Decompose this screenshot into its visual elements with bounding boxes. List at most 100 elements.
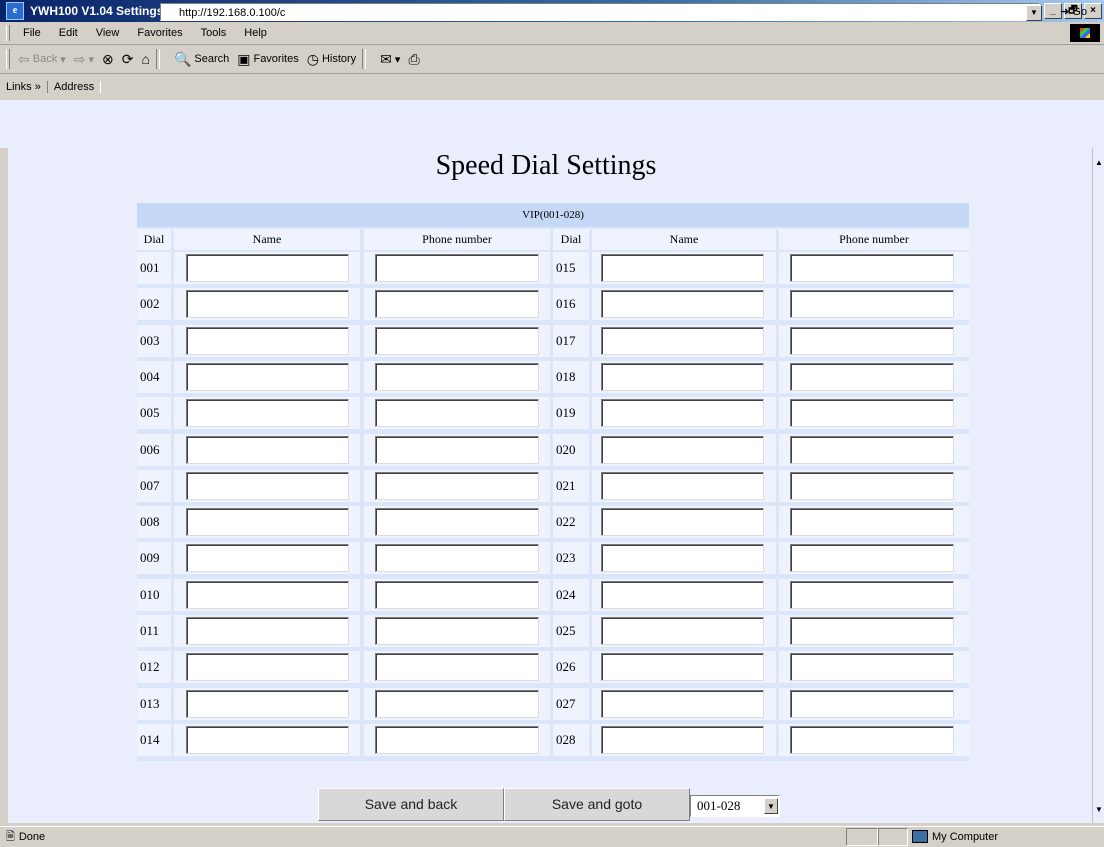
name-field[interactable] [601, 472, 764, 500]
page-icon: 🗎 [6, 830, 15, 843]
name-field[interactable] [601, 399, 764, 427]
refresh-button[interactable]: ⟳ [122, 51, 134, 68]
links-label[interactable]: Links » [0, 81, 47, 93]
col-header-name-right: Name [592, 229, 776, 250]
name-field[interactable] [601, 653, 764, 681]
computer-icon [912, 830, 928, 843]
name-field[interactable] [186, 363, 349, 391]
phone-number-field[interactable] [790, 436, 954, 464]
name-field[interactable] [601, 726, 764, 754]
name-field[interactable] [601, 690, 764, 718]
phone-number-field[interactable] [790, 327, 954, 355]
history-button[interactable]: ◷ History [307, 51, 356, 68]
back-button[interactable]: ⇦ Back ▾ [18, 51, 66, 68]
name-field[interactable] [601, 290, 764, 318]
address-input[interactable]: http://192.168.0.100/c [160, 3, 1040, 21]
menu-edit[interactable]: Edit [50, 27, 87, 39]
name-field[interactable] [186, 544, 349, 572]
favorites-button[interactable]: ▣ Favorites [237, 51, 298, 68]
name-field[interactable] [186, 690, 349, 718]
name-field[interactable] [186, 472, 349, 500]
menu-help[interactable]: Help [235, 27, 276, 39]
menu-favorites[interactable]: Favorites [128, 27, 191, 39]
phone-number-field[interactable] [375, 290, 539, 318]
phone-number-field[interactable] [790, 254, 954, 282]
name-field[interactable] [601, 508, 764, 536]
phone-number-field[interactable] [375, 327, 539, 355]
dial-number: 021 [556, 478, 576, 493]
name-field[interactable] [186, 617, 349, 645]
scroll-down-icon[interactable]: ▼ [1093, 803, 1104, 817]
phone-number-field[interactable] [790, 690, 954, 718]
name-field[interactable] [186, 436, 349, 464]
phone-number-field[interactable] [790, 399, 954, 427]
phone-number-field[interactable] [790, 544, 954, 572]
dial-number: 010 [140, 587, 160, 602]
save-and-goto-button[interactable]: Save and goto [504, 788, 690, 821]
address-label: Address [46, 81, 102, 93]
name-field[interactable] [601, 327, 764, 355]
address-dropdown-icon[interactable]: ▼ [1026, 5, 1042, 21]
phone-number-field[interactable] [790, 508, 954, 536]
name-field[interactable] [601, 617, 764, 645]
search-label: Search [194, 53, 230, 65]
phone-number-field[interactable] [375, 363, 539, 391]
mail-button[interactable]: ✉ ▾ [380, 51, 400, 68]
phone-number-field[interactable] [375, 399, 539, 427]
range-select-value: 001-028 [697, 798, 741, 813]
go-button[interactable]: ➜ Go [1060, 5, 1087, 18]
phone-number-field[interactable] [790, 726, 954, 754]
save-and-back-button[interactable]: Save and back [318, 788, 504, 821]
name-field[interactable] [601, 581, 764, 609]
dial-number: 027 [556, 696, 576, 711]
chevron-down-icon[interactable]: ▼ [764, 798, 778, 814]
name-field[interactable] [186, 653, 349, 681]
home-button[interactable]: ⌂ [141, 51, 149, 67]
phone-number-field[interactable] [375, 436, 539, 464]
range-select[interactable]: 001-028 ▼ [690, 795, 780, 817]
search-button[interactable]: 🔍 Search [174, 51, 229, 68]
name-field[interactable] [601, 254, 764, 282]
name-field[interactable] [186, 290, 349, 318]
phone-number-field[interactable] [790, 653, 954, 681]
phone-number-field[interactable] [375, 617, 539, 645]
phone-number-field[interactable] [375, 653, 539, 681]
menu-bar: File Edit View Favorites Tools Help [0, 22, 1104, 45]
menu-file[interactable]: File [14, 27, 50, 39]
name-field[interactable] [186, 327, 349, 355]
phone-number-field[interactable] [375, 508, 539, 536]
name-field[interactable] [186, 508, 349, 536]
phone-number-field[interactable] [790, 472, 954, 500]
phone-number-field[interactable] [375, 690, 539, 718]
forward-button[interactable]: ⇨ ▾ [74, 51, 94, 68]
ie-icon: e [6, 2, 24, 20]
phone-number-field[interactable] [375, 581, 539, 609]
name-field[interactable] [601, 436, 764, 464]
phone-number-field[interactable] [790, 363, 954, 391]
name-field[interactable] [186, 581, 349, 609]
menu-view[interactable]: View [87, 27, 129, 39]
phone-number-field[interactable] [375, 254, 539, 282]
phone-number-field[interactable] [790, 581, 954, 609]
phone-number-field[interactable] [375, 726, 539, 754]
phone-number-field[interactable] [375, 472, 539, 500]
dial-number: 009 [140, 550, 160, 565]
dial-number: 020 [556, 442, 576, 457]
vertical-scrollbar[interactable]: ▲ ▼ [1092, 148, 1104, 823]
name-field[interactable] [601, 544, 764, 572]
phone-number-field[interactable] [790, 290, 954, 318]
menu-tools[interactable]: Tools [192, 27, 236, 39]
dial-number: 024 [556, 587, 576, 602]
print-button[interactable]: ⎙ [408, 51, 419, 68]
favorites-label: Favorites [253, 53, 299, 65]
name-field[interactable] [601, 363, 764, 391]
stop-button[interactable]: ⊗ [102, 51, 114, 68]
name-field[interactable] [186, 254, 349, 282]
name-field[interactable] [186, 399, 349, 427]
phone-number-field[interactable] [375, 544, 539, 572]
phone-number-field[interactable] [790, 617, 954, 645]
toolbar-grip [6, 49, 10, 69]
scroll-up-icon[interactable]: ▲ [1093, 156, 1104, 170]
name-field[interactable] [186, 726, 349, 754]
dial-number: 011 [140, 623, 160, 638]
